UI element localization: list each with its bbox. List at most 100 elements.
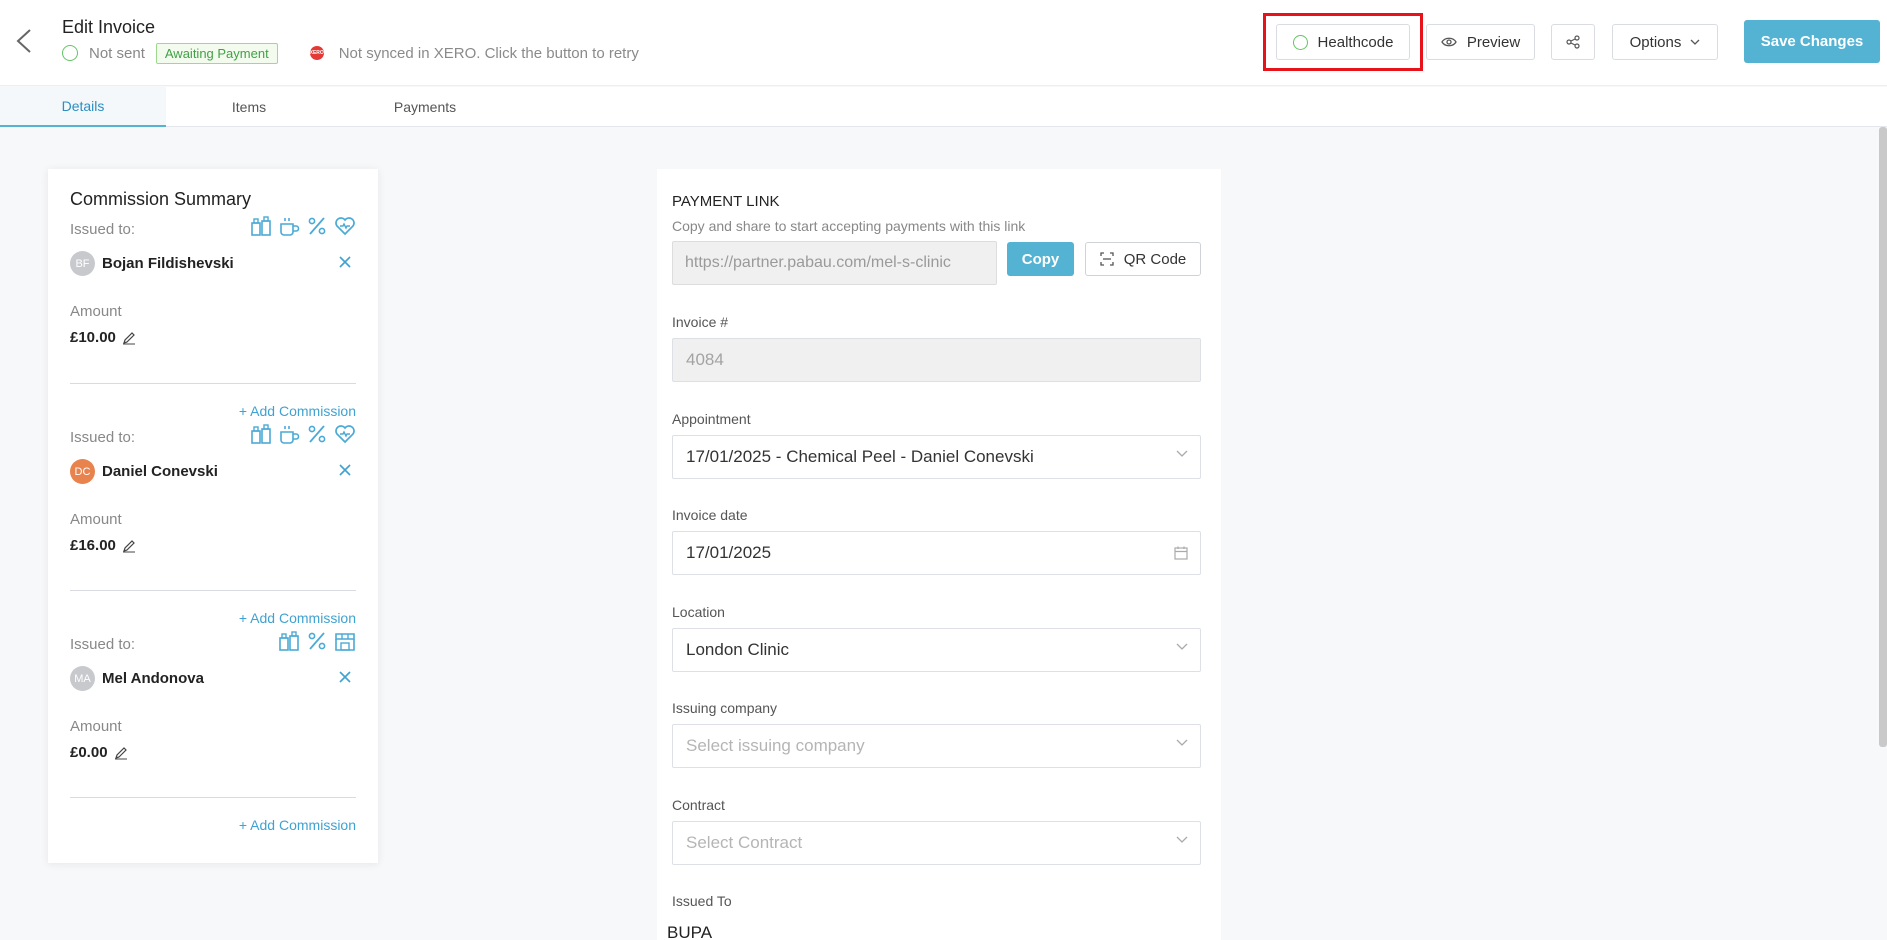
chevron-down-icon xyxy=(1176,450,1188,457)
add-commission-link[interactable]: + Add Commission xyxy=(239,610,356,626)
amount-value: £16.00 xyxy=(70,537,116,554)
contract-label: Contract xyxy=(672,797,725,813)
scrollbar[interactable] xyxy=(1879,127,1887,747)
options-button[interactable]: Options xyxy=(1612,24,1718,60)
issued-to-label: Issued to: xyxy=(70,636,136,653)
pencil-icon[interactable] xyxy=(122,539,136,553)
qr-scan-icon xyxy=(1100,252,1114,266)
page-header: Edit Invoice Not sent Awaiting Payment X… xyxy=(0,0,1887,86)
cup-icon[interactable] xyxy=(278,423,300,445)
tab-items[interactable]: Items xyxy=(166,87,332,127)
pencil-icon[interactable] xyxy=(122,331,136,345)
page-title: Edit Invoice xyxy=(62,17,156,37)
invoice-number-field: 4084 xyxy=(672,338,1201,382)
issued-to-label: Issued to: xyxy=(70,221,136,238)
eye-icon xyxy=(1441,37,1457,47)
commission-type-icons xyxy=(278,630,356,652)
invoice-date-field[interactable]: 17/01/2025 xyxy=(672,531,1201,575)
qr-code-label: QR Code xyxy=(1123,250,1187,268)
issuing-company-placeholder: Select issuing company xyxy=(686,736,865,755)
chevron-left-icon xyxy=(16,29,31,53)
xero-sync-status[interactable]: Not synced in XERO. Click the button to … xyxy=(339,45,639,62)
invoice-details-panel: PAYMENT LINK Copy and share to start acc… xyxy=(657,169,1221,940)
commission-title: Commission Summary xyxy=(70,189,252,209)
back-button[interactable] xyxy=(12,26,36,56)
issued-to-field-label: Issued To xyxy=(672,893,732,909)
appointment-label: Appointment xyxy=(672,411,751,427)
location-select[interactable]: London Clinic xyxy=(672,628,1201,672)
percent-icon[interactable] xyxy=(306,630,328,652)
commission-entry: Issued to: DC Daniel Conevski Amount £16… xyxy=(70,424,356,569)
calendar-icon[interactable] xyxy=(1174,546,1188,560)
issued-to-name: Mel Andonova xyxy=(102,670,204,687)
products-icon[interactable] xyxy=(278,630,300,652)
copy-button[interactable]: Copy xyxy=(1007,242,1074,276)
status-badge: Awaiting Payment xyxy=(155,42,278,64)
tab-payments[interactable]: Payments xyxy=(342,87,508,127)
issuing-company-select[interactable]: Select issuing company xyxy=(672,724,1201,768)
tab-details[interactable]: Details xyxy=(0,87,166,127)
preview-button[interactable]: Preview xyxy=(1426,24,1535,60)
contract-select[interactable]: Select Contract xyxy=(672,821,1201,865)
xero-icon: XERO xyxy=(310,46,324,60)
amount-value: £0.00 xyxy=(70,744,108,761)
share-button[interactable] xyxy=(1551,24,1595,60)
appointment-select[interactable]: 17/01/2025 - Chemical Peel - Daniel Cone… xyxy=(672,435,1201,479)
add-commission-link[interactable]: + Add Commission xyxy=(239,817,356,833)
save-changes-button[interactable]: Save Changes xyxy=(1744,20,1880,63)
healthcode-button[interactable]: Healthcode xyxy=(1276,24,1410,60)
cup-icon[interactable] xyxy=(278,215,300,237)
amount-label: Amount xyxy=(70,718,122,735)
payment-link-title: PAYMENT LINK xyxy=(672,193,780,210)
amount-row: £0.00 xyxy=(70,744,128,761)
add-commission-link[interactable]: + Add Commission xyxy=(239,403,356,419)
avatar: DC xyxy=(70,459,95,484)
commission-type-icons xyxy=(250,215,356,237)
amount-label: Amount xyxy=(70,303,122,320)
avatar: BF xyxy=(70,251,95,276)
issuing-company-label: Issuing company xyxy=(672,700,778,716)
invoice-number-label: Invoice # xyxy=(672,314,729,330)
percent-icon[interactable] xyxy=(306,215,328,237)
commission-summary-card: Commission Summary Issued to: BF Bojan F… xyxy=(48,169,378,863)
invoice-date-value: 17/01/2025 xyxy=(686,543,772,562)
products-icon[interactable] xyxy=(250,423,272,445)
pencil-icon[interactable] xyxy=(114,746,128,760)
percent-icon[interactable] xyxy=(306,423,328,445)
commission-type-icons xyxy=(250,423,356,445)
issued-to-value[interactable]: BUPA xyxy=(667,923,712,940)
chevron-down-icon xyxy=(1690,39,1700,45)
chevron-down-icon xyxy=(1176,836,1188,843)
location-value: London Clinic xyxy=(686,640,790,659)
options-label: Options xyxy=(1629,33,1682,51)
avatar: MA xyxy=(70,666,95,691)
location-label: Location xyxy=(672,604,725,620)
circle-icon xyxy=(62,45,78,61)
issued-to-label: Issued to: xyxy=(70,429,136,446)
tab-bar: Details Items Payments xyxy=(0,87,1887,127)
circle-icon xyxy=(1292,34,1308,50)
preview-label: Preview xyxy=(1466,33,1521,51)
chevron-down-icon xyxy=(1176,643,1188,650)
products-icon[interactable] xyxy=(250,215,272,237)
appointment-value: 17/01/2025 - Chemical Peel - Daniel Cone… xyxy=(686,447,1034,466)
payment-link-input[interactable] xyxy=(672,241,997,285)
amount-value: £10.00 xyxy=(70,329,116,346)
issued-to-name: Daniel Conevski xyxy=(102,463,218,480)
healthcode-label: Healthcode xyxy=(1317,33,1394,51)
issued-to-name: Bojan Fildishevski xyxy=(102,255,234,272)
close-icon[interactable] xyxy=(338,255,352,269)
contract-placeholder: Select Contract xyxy=(686,833,803,852)
divider xyxy=(70,590,356,591)
close-icon[interactable] xyxy=(338,670,352,684)
heart-icon[interactable] xyxy=(334,215,356,237)
amount-row: £10.00 xyxy=(70,329,136,346)
store-icon[interactable] xyxy=(334,630,356,652)
invoice-date-label: Invoice date xyxy=(672,507,748,523)
close-icon[interactable] xyxy=(338,463,352,477)
share-icon xyxy=(1566,35,1580,49)
qr-code-button[interactable]: QR Code xyxy=(1085,242,1201,276)
commission-entry: Issued to: BF Bojan Fildishevski Amount … xyxy=(70,216,356,361)
heart-icon[interactable] xyxy=(334,423,356,445)
divider xyxy=(70,383,356,384)
